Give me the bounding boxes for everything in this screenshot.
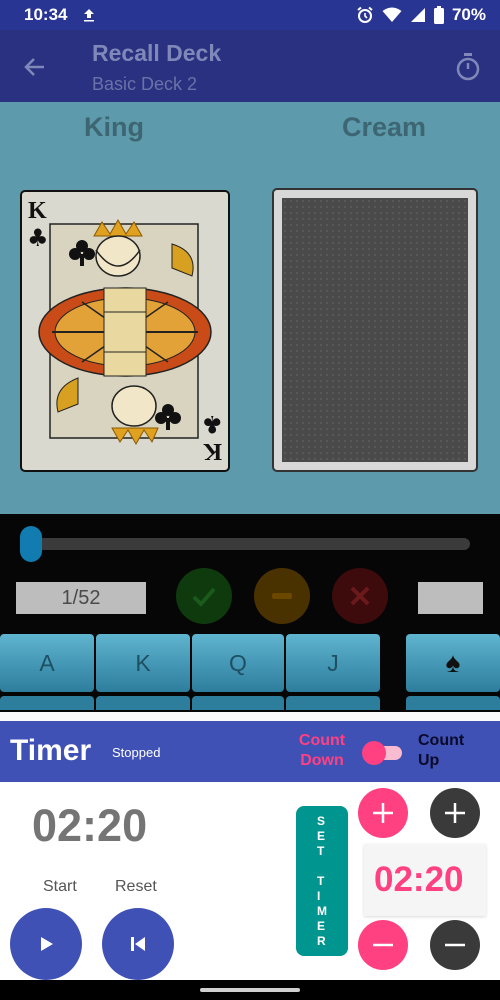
status-icons: 70% [356, 5, 486, 25]
minus-icon [445, 943, 465, 947]
minus-icon [272, 593, 292, 599]
check-icon [192, 587, 216, 607]
key-q[interactable]: Q [192, 634, 284, 692]
timer-header: Timer Stopped Count Down Count Up [0, 721, 500, 782]
set-timer-label: SET TIMER [317, 813, 327, 948]
key-j[interactable]: J [286, 634, 380, 692]
battery-percent: 70% [451, 5, 486, 24]
king-of-clubs-illustration: K ♣ K ♣ [27, 198, 223, 464]
king-of-clubs-card[interactable]: K ♣ K ♣ [20, 190, 230, 472]
start-button[interactable] [10, 908, 82, 980]
timer-status: Stopped [112, 745, 161, 760]
decrease-seconds-button[interactable] [430, 920, 480, 970]
reset-label: Reset [115, 878, 157, 895]
answer-box[interactable] [418, 582, 483, 614]
signal-icon [410, 8, 425, 22]
battery-icon [433, 6, 444, 24]
set-timer-button[interactable]: SET TIMER [296, 806, 348, 956]
count-mode-toggle[interactable] [362, 741, 402, 765]
close-icon [350, 586, 370, 606]
timer-panel: 02:20 Start Reset SET TIMER 02:20 [0, 782, 500, 980]
progress-slider-thumb[interactable] [20, 526, 42, 562]
increase-seconds-button[interactable] [430, 788, 480, 838]
upload-icon [84, 9, 95, 22]
card-rank-top: K [28, 198, 47, 224]
key-a[interactable]: A [0, 634, 94, 692]
increase-minutes-button[interactable] [358, 788, 408, 838]
card-word-right: Cream [342, 112, 427, 142]
key-row-2-c[interactable] [192, 696, 284, 710]
key-row-2-d[interactable] [286, 696, 380, 710]
back-arrow-icon[interactable] [22, 54, 48, 80]
home-handle[interactable] [200, 988, 300, 992]
toggle-thumb [362, 741, 386, 765]
status-bar: 10:34 70% [0, 0, 500, 30]
system-nav-bar [0, 980, 500, 1000]
card-suit-bottom: ♣ [201, 410, 223, 438]
set-value-box: 02:20 [364, 844, 486, 916]
status-time: 10:34 [24, 5, 68, 24]
app-bar: Recall Deck Basic Deck 2 [0, 30, 500, 102]
wifi-icon [382, 7, 402, 22]
card-area: King Cream K ♣ K ♣ [0, 102, 500, 514]
plus-icon [373, 803, 393, 823]
card-back[interactable] [272, 188, 478, 472]
key-row-2-a[interactable] [0, 696, 94, 710]
key-spades[interactable]: ♠ [406, 634, 500, 692]
progress-slider-track[interactable] [28, 538, 470, 550]
key-row-2-e[interactable] [406, 696, 500, 710]
card-counter: 1/52 [16, 582, 146, 614]
timer-title: Timer [10, 734, 92, 767]
start-label: Start [43, 878, 77, 895]
plus-icon [445, 803, 465, 823]
card-suit-top: ♣ [27, 224, 49, 252]
card-back-pattern [282, 198, 468, 462]
alarm-icon [357, 6, 373, 23]
reset-button[interactable] [102, 908, 174, 980]
minus-icon [373, 943, 393, 947]
control-area: 1/52 A K Q J ♠ [0, 514, 500, 712]
skip-back-icon [131, 937, 145, 951]
sheet-separator [0, 712, 500, 721]
count-down-label: Count Down [298, 732, 346, 769]
page-title: Recall Deck [92, 40, 222, 66]
set-timer-value: 02:20 [374, 860, 464, 899]
key-row-2-b[interactable] [96, 696, 190, 710]
wrong-button[interactable] [332, 568, 388, 624]
card-rank-bottom: K [203, 438, 222, 464]
play-icon [41, 937, 53, 951]
card-word-left: King [84, 112, 144, 142]
correct-button[interactable] [176, 568, 232, 624]
key-k[interactable]: K [96, 634, 190, 692]
rank-keyboard: A K Q J ♠ [0, 634, 500, 712]
timer-display: 02:20 [32, 800, 148, 851]
count-up-label: Count Up [418, 732, 465, 769]
skip-button[interactable] [254, 568, 310, 624]
stopwatch-icon[interactable] [454, 52, 482, 82]
decrease-minutes-button[interactable] [358, 920, 408, 970]
page-subtitle: Basic Deck 2 [92, 74, 198, 94]
